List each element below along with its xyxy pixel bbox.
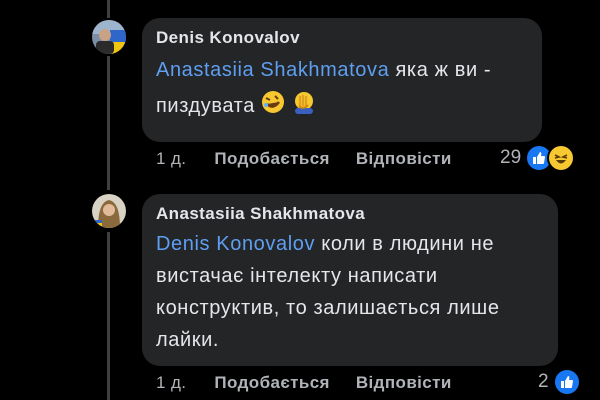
mention-link[interactable]: Denis Konovalov (156, 233, 315, 255)
mention-link[interactable]: Anastasiia Shakhmatova (156, 59, 389, 81)
comment-text: лайки. (156, 329, 220, 351)
reaction-count: 29 (500, 147, 522, 168)
comment-time[interactable]: 1 д. (156, 149, 186, 169)
haha-icon (547, 144, 576, 172)
like-button[interactable]: Подобається (214, 373, 329, 393)
avatar[interactable] (92, 194, 126, 228)
like-icon (552, 368, 581, 396)
comment-bubble: Denis Konovalov Anastasiia Shakhmatova я… (142, 18, 542, 142)
comment-author[interactable]: Denis Konovalov (156, 28, 528, 48)
comment-text: вистачає інтелекту написати (156, 265, 438, 287)
comment-actions: 1 д. Подобається Відповісти (156, 149, 452, 169)
reply-button[interactable]: Відповісти (356, 149, 452, 169)
comment-bubble: Anastasiia Shakhmatova Denis Konovalov к… (142, 194, 558, 366)
thread-line (107, 56, 110, 190)
reaction-summary[interactable]: 29 (500, 144, 576, 172)
comment-text: конструктив, то залишається лише (156, 297, 500, 319)
comment-text: яка ж ви - (389, 59, 492, 81)
rofl-emoji-icon (261, 90, 285, 123)
comment-text: пиздувата (156, 95, 262, 117)
reaction-summary[interactable]: 2 (538, 368, 581, 396)
comment-author[interactable]: Anastasiia Shakhmatova (156, 204, 544, 224)
comment-actions: 1 д. Подобається Відповісти (156, 373, 452, 393)
thread-line (107, 0, 110, 18)
reply-button[interactable]: Відповісти (356, 373, 452, 393)
comment-time[interactable]: 1 д. (156, 373, 186, 393)
facepalm-emoji-icon (291, 90, 317, 123)
thread-line (107, 232, 110, 400)
avatar[interactable] (92, 20, 126, 54)
comment-text: коли в людини не (315, 233, 495, 255)
like-button[interactable]: Подобається (214, 149, 329, 169)
reaction-count: 2 (538, 371, 549, 392)
